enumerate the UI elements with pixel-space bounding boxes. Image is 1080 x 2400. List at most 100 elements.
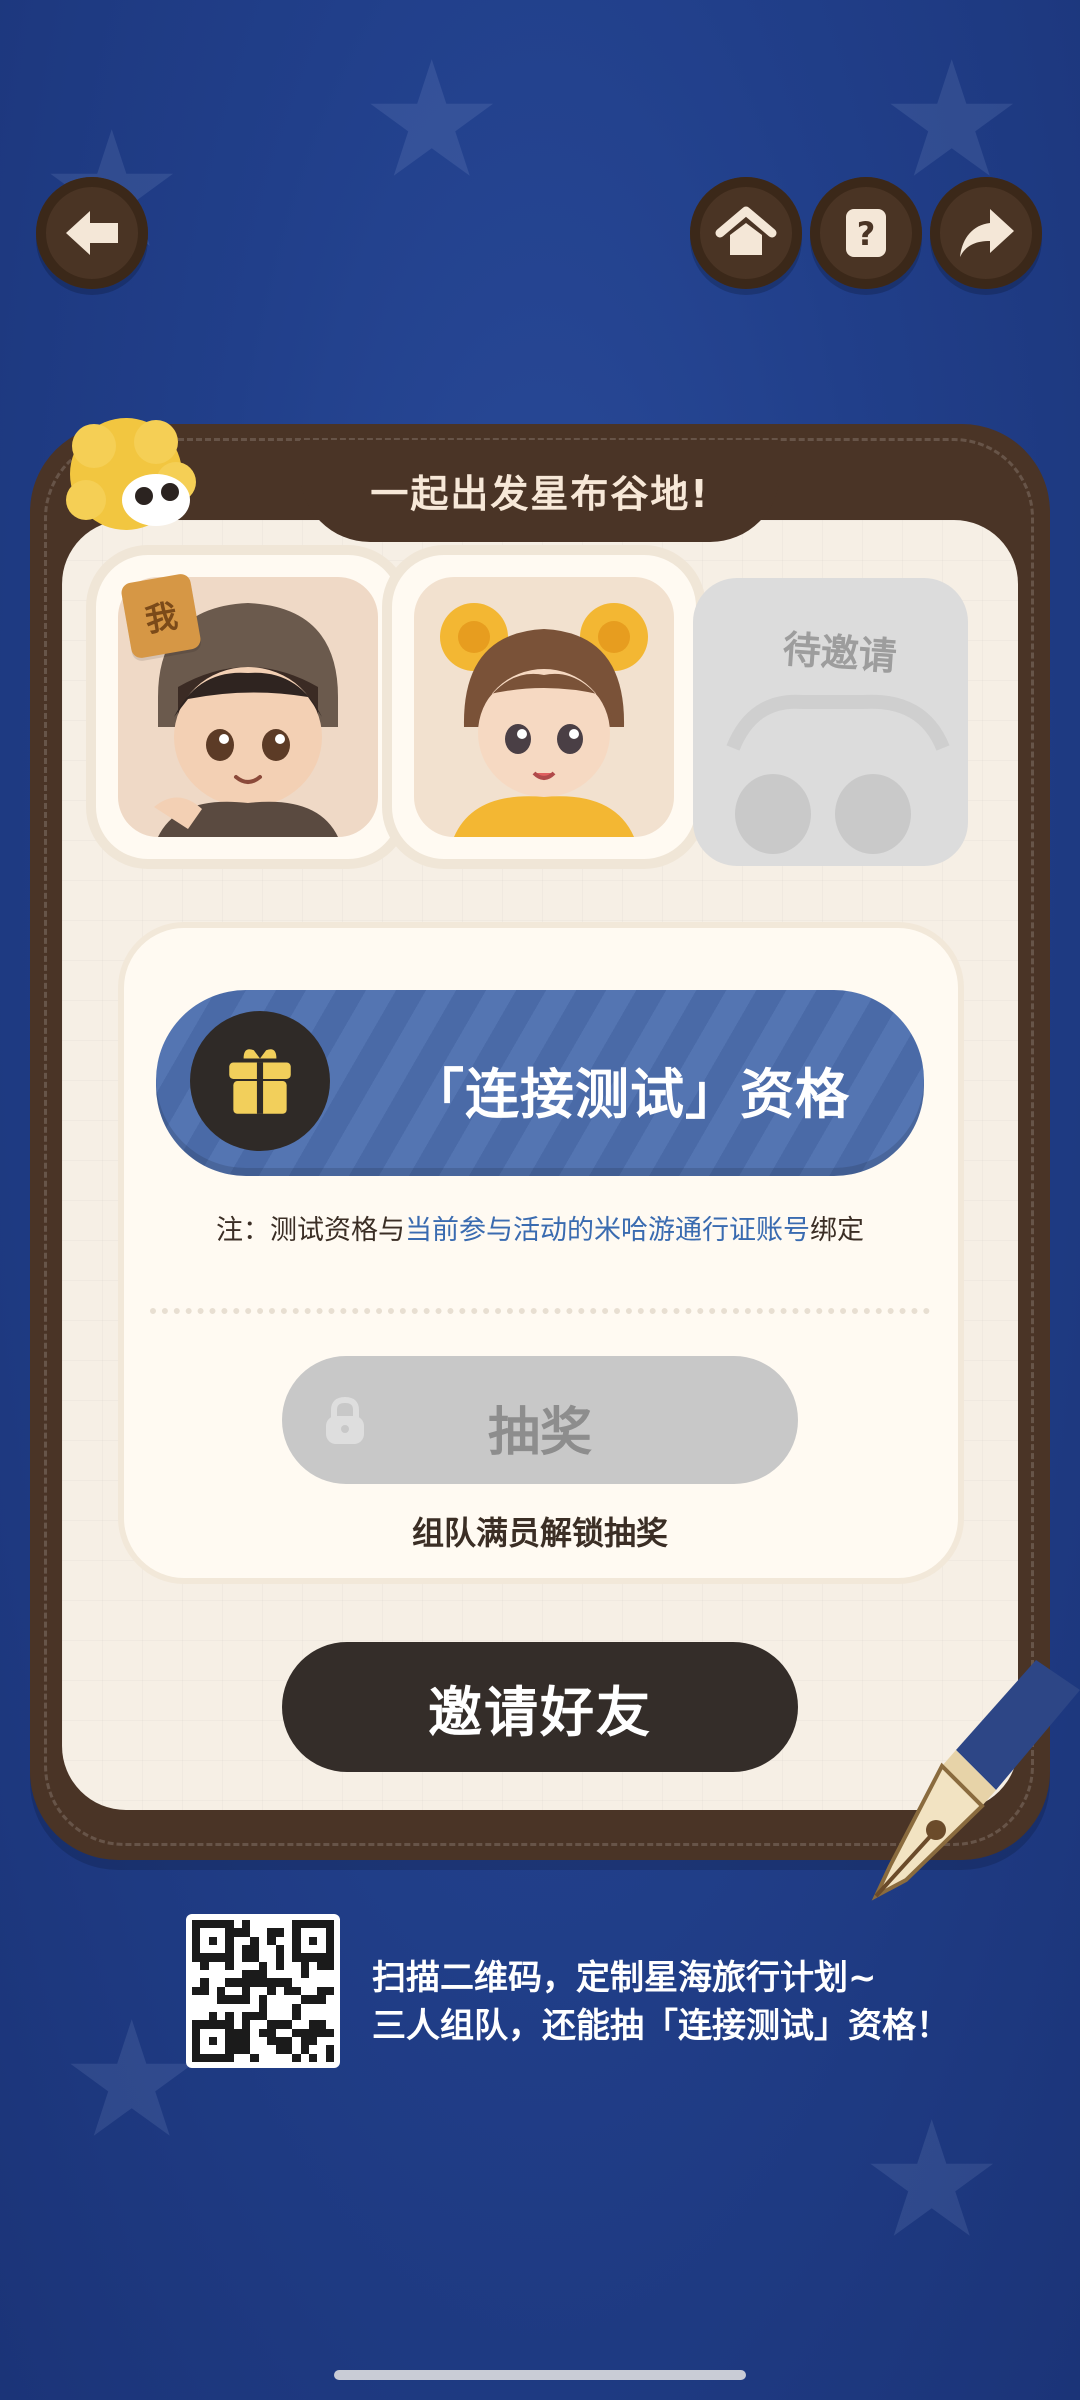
share-arrow-icon	[960, 209, 1014, 257]
qr-module	[308, 1945, 318, 1954]
qr-module	[242, 1928, 251, 1937]
gift-icon	[229, 1049, 291, 1114]
qr-module	[217, 2028, 226, 2037]
qr-module	[208, 2053, 218, 2062]
qr-module	[217, 2045, 226, 2054]
qr-module	[317, 2045, 326, 2054]
qr-module	[217, 2036, 226, 2046]
home-button[interactable]	[690, 177, 802, 289]
qr-module	[233, 2003, 243, 2012]
qr-module	[300, 2003, 309, 2012]
qr-module	[267, 1995, 276, 2004]
qr-module	[233, 2011, 243, 2021]
qr-module	[233, 1970, 243, 1979]
qr-module	[258, 1978, 268, 1987]
qr-module	[275, 2045, 284, 2054]
qr-module	[300, 2045, 309, 2054]
qr-module	[250, 1978, 259, 1987]
qr-module	[283, 2053, 293, 2062]
qr-module	[317, 1936, 326, 1946]
qr-module	[317, 1953, 326, 1962]
qr-module	[300, 1928, 309, 1937]
qr-module	[292, 2045, 301, 2054]
qr-module	[192, 2011, 201, 2021]
qr-module	[242, 1961, 251, 1971]
qr-module	[208, 2028, 218, 2037]
qr-module	[308, 2011, 318, 2021]
qr-module	[267, 1920, 276, 1929]
home-indicator[interactable]	[334, 2370, 746, 2380]
qr-module	[250, 1920, 259, 1929]
qr-module	[325, 2045, 334, 2054]
qr-module	[300, 1945, 309, 1954]
invite-friend-button[interactable]: 邀请好友	[282, 1642, 798, 1772]
qr-module	[258, 1945, 268, 1954]
qr-module	[292, 2003, 301, 2012]
qr-module	[200, 1936, 209, 1946]
qr-module	[225, 1961, 234, 1971]
qr-module	[200, 2028, 209, 2037]
qr-module	[300, 1920, 309, 1929]
qr-module	[242, 1945, 251, 1954]
qr-module	[233, 1920, 243, 1929]
qr-module	[192, 1953, 201, 1962]
background-star-decoration: ★	[860, 2086, 1004, 2273]
share-button[interactable]	[930, 177, 1042, 289]
qr-module	[258, 2020, 268, 2029]
qr-module	[317, 1961, 326, 1971]
qr-module	[250, 1928, 259, 1937]
qr-module	[300, 2028, 309, 2037]
qr-caption-line-1: 扫描二维码，定制星海旅行计划~	[372, 1958, 877, 1998]
qr-module	[200, 1920, 209, 1929]
back-button[interactable]	[36, 177, 148, 289]
qr-module	[283, 1953, 293, 1962]
qr-module	[250, 2045, 259, 2054]
qr-module	[217, 1995, 226, 2004]
qr-module	[208, 1928, 218, 1937]
qr-module	[300, 2053, 309, 2062]
qr-module	[242, 2028, 251, 2037]
qr-module	[233, 2053, 243, 2062]
qr-module	[283, 2028, 293, 2037]
qr-module	[217, 1953, 226, 1962]
qr-module	[267, 1953, 276, 1962]
qr-module	[267, 2036, 276, 2046]
qr-module	[308, 2028, 318, 2037]
note-suffix: 绑定	[810, 1215, 864, 1246]
qr-module	[208, 2045, 218, 2054]
qr-module	[242, 1936, 251, 1946]
qr-module	[200, 1928, 209, 1937]
qr-module	[208, 2020, 218, 2029]
qr-module	[275, 2053, 284, 2062]
qr-module	[317, 1928, 326, 1937]
qr-module	[242, 2036, 251, 2046]
qr-module	[283, 2020, 293, 2029]
qr-module	[225, 1920, 234, 1929]
qr-module	[192, 1986, 201, 1996]
qr-module	[200, 1986, 209, 1996]
qr-module	[317, 2036, 326, 2046]
qr-module	[317, 2020, 326, 2029]
qr-module	[317, 1920, 326, 1929]
qr-module	[217, 1961, 226, 1971]
qr-module	[292, 2011, 301, 2021]
qr-module	[200, 1970, 209, 1979]
member-slot-2	[392, 555, 696, 859]
qr-module	[275, 1995, 284, 2004]
qr-module	[250, 1936, 259, 1946]
qr-module	[258, 2045, 268, 2054]
qr-module	[208, 1961, 218, 1971]
qr-module	[300, 1961, 309, 1971]
qr-module	[308, 2003, 318, 2012]
qr-module	[225, 1970, 234, 1979]
qr-module	[267, 1961, 276, 1971]
qr-module	[217, 2053, 226, 2062]
qr-module	[233, 1928, 243, 1937]
qr-module	[325, 2053, 334, 2062]
help-button[interactable]: ?	[810, 177, 922, 289]
lottery-label: 抽奖	[487, 1403, 592, 1463]
qr-module	[208, 1945, 218, 1954]
qr-module	[233, 1978, 243, 1987]
qr-module	[225, 2003, 234, 2012]
qr-module	[292, 1986, 301, 1996]
